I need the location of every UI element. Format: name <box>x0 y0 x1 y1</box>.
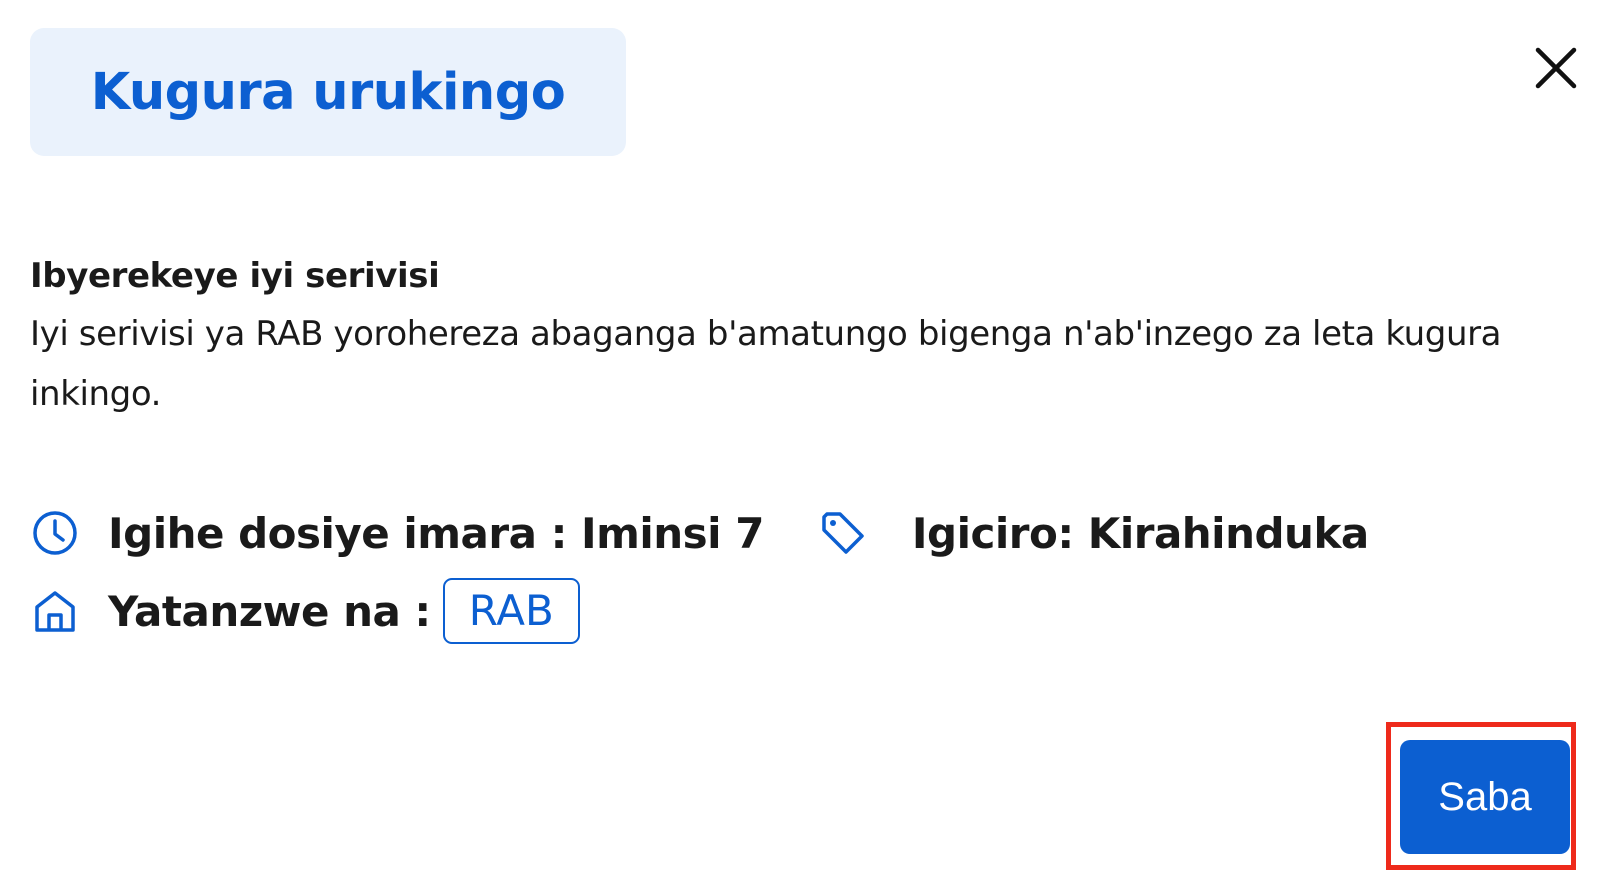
clock-icon <box>30 508 80 558</box>
price-info: Igiciro: Kirahinduka <box>911 508 1369 558</box>
meta-row-provider: Yatanzwe na : RAB <box>30 578 580 644</box>
agency-badge[interactable]: RAB <box>442 578 580 644</box>
processing-time: Igihe dosiye imara : Iminsi 7 <box>108 508 764 558</box>
tag-icon <box>818 508 868 558</box>
provider-label: Yatanzwe na : <box>108 586 431 636</box>
home-icon <box>30 586 80 636</box>
service-dialog: Kugura urukingo Ibyerekeye iyi serivisi … <box>0 0 1600 880</box>
close-icon <box>1535 47 1577 89</box>
about-description: Iyi serivisi ya RAB yorohereza abaganga … <box>30 314 1502 414</box>
dialog-title: Kugura urukingo <box>90 62 566 122</box>
meta-row-time-price: Igihe dosiye imara : Iminsi 7 Igiciro: K… <box>30 508 1369 558</box>
close-button[interactable] <box>1528 40 1584 96</box>
about-section: Ibyerekeye iyi serivisi Iyi serivisi ya … <box>30 252 1550 424</box>
title-banner: Kugura urukingo <box>30 28 626 156</box>
request-button[interactable]: Saba <box>1400 740 1570 854</box>
about-heading: Ibyerekeye iyi serivisi <box>30 256 440 296</box>
